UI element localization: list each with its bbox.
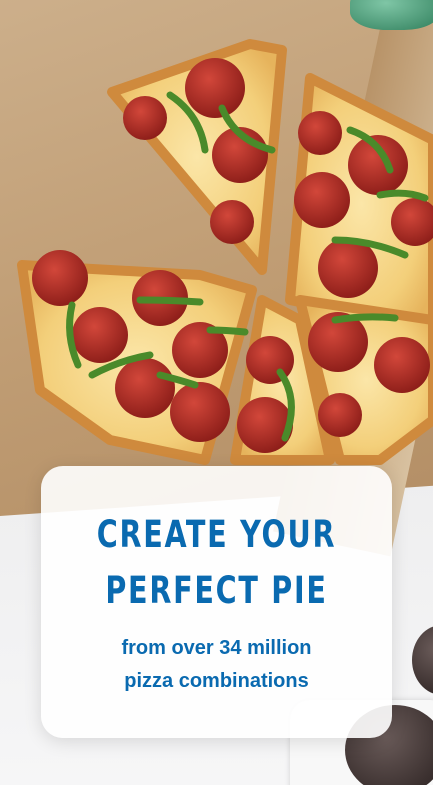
promo-card: CREATE YOUR PERFECT PIE from over 34 mil… — [41, 466, 392, 738]
headline-line-1: CREATE YOUR — [96, 513, 337, 556]
headline-line-2: PERFECT PIE — [105, 569, 328, 612]
subline-line-2: pizza combinations — [124, 670, 309, 692]
subline-line-1: from over 34 million — [121, 637, 312, 659]
